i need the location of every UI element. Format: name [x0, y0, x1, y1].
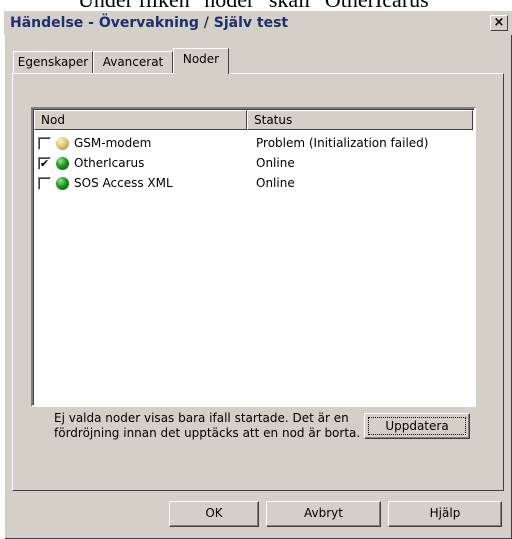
- ok-button-label: OK: [205, 506, 223, 520]
- column-header-status[interactable]: Status: [247, 110, 473, 130]
- node-status: Problem (Initialization failed): [256, 136, 429, 150]
- close-icon: ×: [493, 15, 505, 30]
- node-row-othericarus[interactable]: ✔ OtherIcarus Online: [38, 153, 458, 173]
- checkmark-icon: ✔: [39, 157, 50, 170]
- node-row-gsm-modem[interactable]: GSM-modem Problem (Initialization failed…: [38, 133, 458, 153]
- node-name: GSM-modem: [74, 136, 152, 150]
- green-status-dot-icon: [56, 157, 69, 170]
- node-name: SOS Access XML: [74, 176, 173, 190]
- column-header-nod[interactable]: Nod: [34, 110, 247, 130]
- event-monitoring-dialog: Händelse - Övervakning / Själv test × Eg…: [4, 11, 512, 539]
- help-button-label: Hjälp: [429, 506, 461, 520]
- yellow-status-dot-icon: [56, 137, 69, 150]
- tab-label: Avancerat: [102, 55, 164, 69]
- info-note: Ej valda noder visas bara ifall startade…: [54, 411, 361, 440]
- node-checkbox[interactable]: [38, 137, 51, 150]
- cancel-button[interactable]: Avbryt: [266, 501, 381, 527]
- close-button[interactable]: ×: [490, 15, 508, 31]
- node-checkbox-checked[interactable]: ✔: [38, 157, 51, 170]
- node-list-header: Nod Status: [34, 110, 473, 130]
- node-status: Online: [256, 176, 295, 190]
- node-name: OtherIcarus: [74, 156, 145, 170]
- node-row-sos-access-xml[interactable]: SOS Access XML Online: [38, 173, 458, 193]
- tab-egenskaper[interactable]: Egenskaper: [13, 51, 93, 73]
- ok-button[interactable]: OK: [169, 501, 259, 527]
- tab-avancerat[interactable]: Avancerat: [93, 51, 173, 73]
- tab-label: Noder: [182, 52, 220, 66]
- tab-label: Egenskaper: [17, 55, 89, 69]
- window-title: Händelse - Övervakning / Själv test: [10, 15, 289, 31]
- tab-noder[interactable]: Noder: [173, 48, 229, 74]
- green-status-dot-icon: [56, 177, 69, 190]
- help-button[interactable]: Hjälp: [388, 501, 502, 527]
- node-checkbox[interactable]: [38, 177, 51, 190]
- node-status: Online: [256, 156, 295, 170]
- cancel-button-label: Avbryt: [304, 506, 343, 520]
- title-bar[interactable]: Händelse - Övervakning / Själv test ×: [4, 11, 512, 35]
- node-list[interactable]: Nod Status GSM-modem Problem (Initializa…: [31, 107, 476, 407]
